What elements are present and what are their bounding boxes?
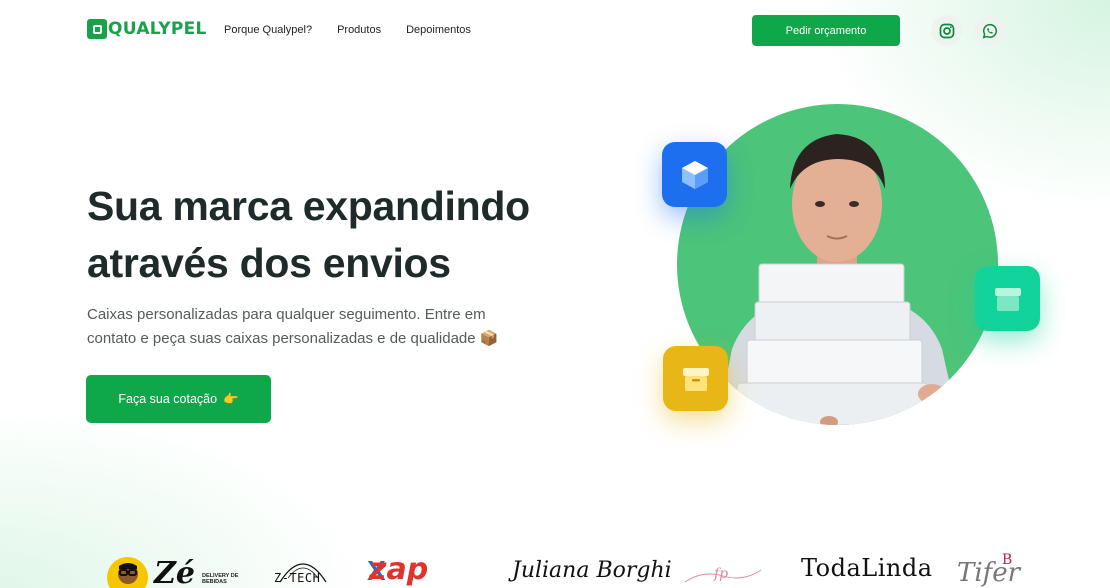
nav-depoimentos[interactable]: Depoimentos (406, 24, 471, 36)
hero-description-line-1: Caixas personalizadas para qualquer segu… (87, 306, 486, 323)
ze-delivery-subtitle: DELIVERY DE BEBIDAS (202, 573, 239, 585)
zap-logo: zap (369, 552, 429, 587)
ztech-logo: Z-TECH (274, 571, 321, 585)
archive-box-icon (994, 287, 1021, 311)
whatsapp-icon (982, 23, 997, 38)
nav-porque-qualypel[interactable]: Porque Qualypel? (224, 24, 312, 36)
juliana-borghi-logo: Juliana Borghi (512, 558, 672, 583)
qualypel-logo[interactable]: QUALYPEL (87, 19, 207, 39)
pointing-hand-icon: 👉 (223, 391, 239, 406)
logo-text: QUALYPEL (108, 19, 207, 39)
ze-delivery-logo: Zé (154, 556, 195, 588)
cube-tile (662, 142, 727, 207)
whatsapp-button[interactable] (974, 15, 1005, 46)
instagram-icon (939, 23, 954, 38)
nav-produtos[interactable]: Produtos (337, 24, 381, 36)
cube-icon (681, 160, 708, 189)
faca-sua-cotacao-button[interactable]: Faça sua cotação 👉 (86, 375, 271, 423)
site-header: QUALYPEL Porque Qualypel? Produtos Depoi… (0, 0, 1110, 62)
client-logos-strip: Zé DELIVERY DE BEBIDAS Z-TECH X zap Juli… (0, 548, 1110, 588)
hero-description: Caixas personalizadas para qualquer segu… (87, 303, 527, 351)
hero-title: Sua marca expandindo através dos envios (87, 178, 567, 292)
box-tile-teal (975, 266, 1040, 331)
hero-title-line-1: Sua marca expandindo (87, 183, 530, 229)
instagram-button[interactable] (931, 15, 962, 46)
pedir-orcamento-button[interactable]: Pedir orçamento (752, 15, 900, 46)
hero-button-label: Faça sua cotação (118, 392, 218, 406)
svg-text:fp: fp (713, 566, 728, 582)
archive-box-icon (682, 367, 709, 391)
fp-signature-logo: fp (684, 566, 762, 583)
toda-linda-logo: TodaLinda (801, 554, 933, 582)
hero-title-line-2: através dos envios (87, 240, 451, 286)
box-tile-yellow (663, 346, 728, 411)
tifer-logo-mark: B (1002, 552, 1013, 568)
hero-description-line-2: contato e peça suas caixas personalizada… (87, 330, 499, 347)
ze-delivery-mascot-icon (107, 557, 148, 588)
logo-icon (87, 19, 107, 39)
main-nav: Porque Qualypel? Produtos Depoimentos (224, 24, 471, 36)
